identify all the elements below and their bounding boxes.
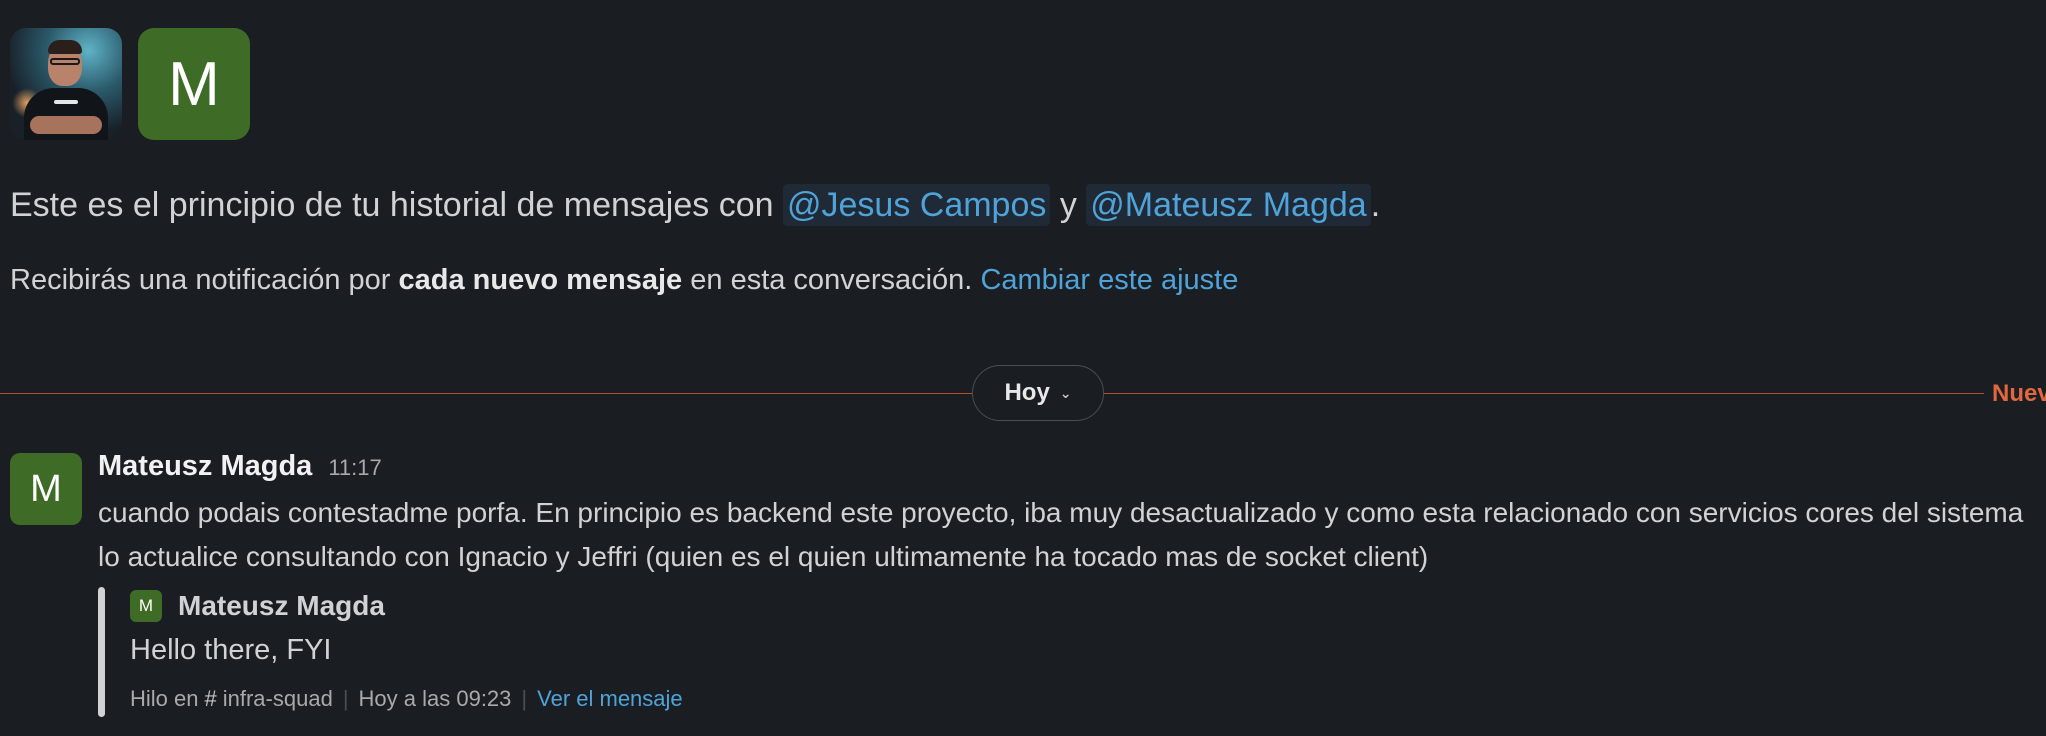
quote-sender[interactable]: Mateusz Magda [178, 590, 385, 622]
new-messages-label: Nuev [1992, 380, 2046, 407]
separator: | [342, 686, 349, 711]
quote-avatar[interactable]: M [130, 590, 162, 622]
quote-channel[interactable]: infra-squad [223, 686, 333, 712]
notification-info: Recibirás una notificación por cada nuev… [10, 264, 1238, 297]
message-text: cuando podais contestadme porfa. En prin… [98, 497, 2024, 572]
day-label: Hoy [1004, 379, 1050, 406]
avatar-jesus-campos[interactable] [10, 28, 122, 140]
message-avatar[interactable]: M [10, 453, 82, 525]
history-intro: Este es el principio de tu historial de … [10, 184, 1381, 226]
intro-prefix: Este es el principio de tu historial de … [10, 186, 774, 224]
message-sender[interactable]: Mateusz Magda [98, 450, 312, 483]
mention-mateusz-magda[interactable]: @Mateusz Magda [1086, 184, 1371, 226]
message-header: Mateusz Magda 11:17 [98, 450, 382, 483]
notification-bold: cada nuevo mensaje [398, 264, 683, 296]
notification-prefix: Recibirás una notificación por [10, 264, 391, 296]
view-message-link[interactable]: Ver el mensaje [537, 686, 683, 712]
hash-icon: # [204, 686, 217, 711]
quote-footer: Hilo en # infra-squad | Hoy a las 09:23 … [130, 686, 683, 712]
day-jump-button[interactable]: Hoy ⌄ [972, 365, 1104, 421]
avatar-mateusz-magda[interactable]: M [138, 28, 250, 140]
message-time[interactable]: 11:17 [328, 455, 381, 481]
intro-connector: y [1059, 186, 1077, 224]
chevron-down-icon: ⌄ [1059, 384, 1072, 401]
separator: | [521, 686, 528, 711]
conversation-avatars: M [10, 28, 250, 140]
change-setting-link[interactable]: Cambiar este ajuste [980, 264, 1238, 296]
mention-jesus-campos[interactable]: @Jesus Campos [782, 184, 1051, 226]
intro-suffix: . [1370, 186, 1381, 224]
quote-bar [98, 587, 105, 717]
thread-prefix: Hilo en [130, 686, 199, 711]
notification-middle: en esta conversación. [690, 264, 973, 296]
quote-timestamp[interactable]: Hoy a las 09:23 [359, 686, 512, 712]
quote-header: M Mateusz Magda [130, 590, 385, 622]
quote-text: Hello there, FYI [130, 634, 332, 666]
